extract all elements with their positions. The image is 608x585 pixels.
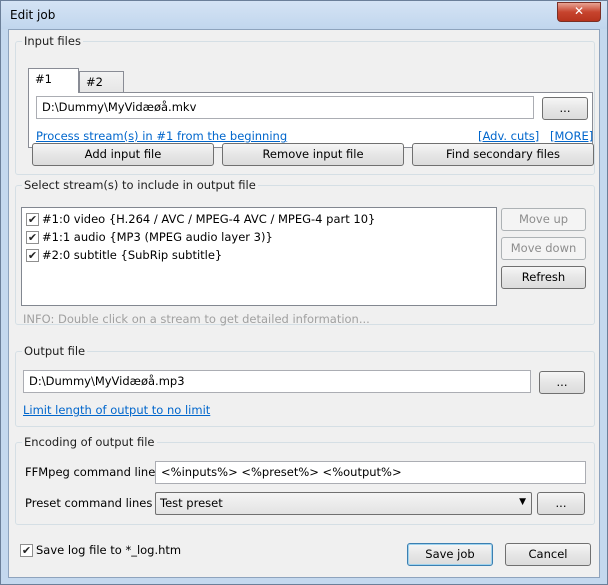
preset-command-label: Preset command lines [25,496,153,510]
move-down-button[interactable]: Move down [501,237,586,260]
process-streams-link[interactable]: Process stream(s) in #1 from the beginni… [36,129,287,143]
stream-label: #1:1 audio {MP3 (MPEG audio layer 3)} [42,230,273,244]
window-title: Edit job [10,8,56,22]
close-button[interactable]: ✕ [557,2,601,22]
limit-length-link[interactable]: Limit length of output to no limit [23,403,210,417]
preset-browse-button[interactable]: ... [537,492,585,515]
save-log-check-icon[interactable]: ✔ [20,543,33,557]
output-browse-button[interactable]: ... [539,371,585,394]
ffmpeg-command-label: FFMpeg command line [25,465,156,479]
edit-job-window: Edit job ✕ Input files #1 #2 D:\Dummy\My… [0,0,608,585]
adv-cuts-link[interactable]: [Adv. cuts] [478,129,539,143]
input-files-group-label: Input files [22,34,83,48]
save-log-label: Save log file to *_log.htm [36,543,182,557]
input-files-group: Input files #1 #2 D:\Dummy\MyVidæøå.mkv … [15,34,595,175]
more-link[interactable]: [MORE] [550,129,593,143]
save-job-button[interactable]: Save job [407,543,493,566]
encoding-group-label: Encoding of output file [22,435,157,449]
chevron-down-icon: ▼ [519,497,526,507]
list-item[interactable]: ✔ #2:0 subtitle {SubRip subtitle} [24,246,494,264]
list-item[interactable]: ✔ #1:1 audio {MP3 (MPEG audio layer 3)} [24,228,494,246]
stream-checkbox-check-icon[interactable]: ✔ [26,248,39,262]
stream-label: #2:0 subtitle {SubRip subtitle} [42,248,223,262]
output-file-group-label: Output file [22,344,88,358]
stream-checkbox-check-icon[interactable]: ✔ [26,212,39,226]
title-bar[interactable]: Edit job ✕ [1,1,607,29]
ffmpeg-command-field[interactable]: <%inputs%> <%preset%> <%output%> [155,461,586,484]
preset-dropdown[interactable]: Test preset ▼ [155,492,532,515]
add-input-file-button[interactable]: Add input file [32,143,214,166]
refresh-button[interactable]: Refresh [501,266,586,289]
preset-selected-value: Test preset [160,496,223,510]
tab-input-2[interactable]: #2 [79,71,124,93]
dialog-body: Input files #1 #2 D:\Dummy\MyVidæøå.mkv … [8,29,600,578]
tab-input-1[interactable]: #1 [28,68,79,93]
streams-group-label: Select stream(s) to include in output fi… [22,178,258,192]
save-log-checkbox[interactable]: ✔ Save log file to *_log.htm [20,543,181,557]
streams-info-text: INFO: Double click on a stream to get de… [23,312,370,326]
list-item[interactable]: ✔ #1:0 video {H.264 / AVC / MPEG-4 AVC /… [24,210,494,228]
output-path-field[interactable]: D:\Dummy\MyVidæøå.mp3 [23,370,531,393]
move-up-button[interactable]: Move up [501,208,586,231]
stream-checkbox-check-icon[interactable]: ✔ [26,230,39,244]
stream-label: #1:0 video {H.264 / AVC / MPEG-4 AVC / M… [42,212,376,226]
cancel-button[interactable]: Cancel [505,543,591,566]
input-browse-button[interactable]: ... [542,97,588,120]
find-secondary-files-button[interactable]: Find secondary files [412,143,594,166]
input-path-field[interactable]: D:\Dummy\MyVidæøå.mkv [36,96,534,119]
remove-input-file-button[interactable]: Remove input file [222,143,404,166]
streams-list[interactable]: ✔ #1:0 video {H.264 / AVC / MPEG-4 AVC /… [21,207,497,306]
